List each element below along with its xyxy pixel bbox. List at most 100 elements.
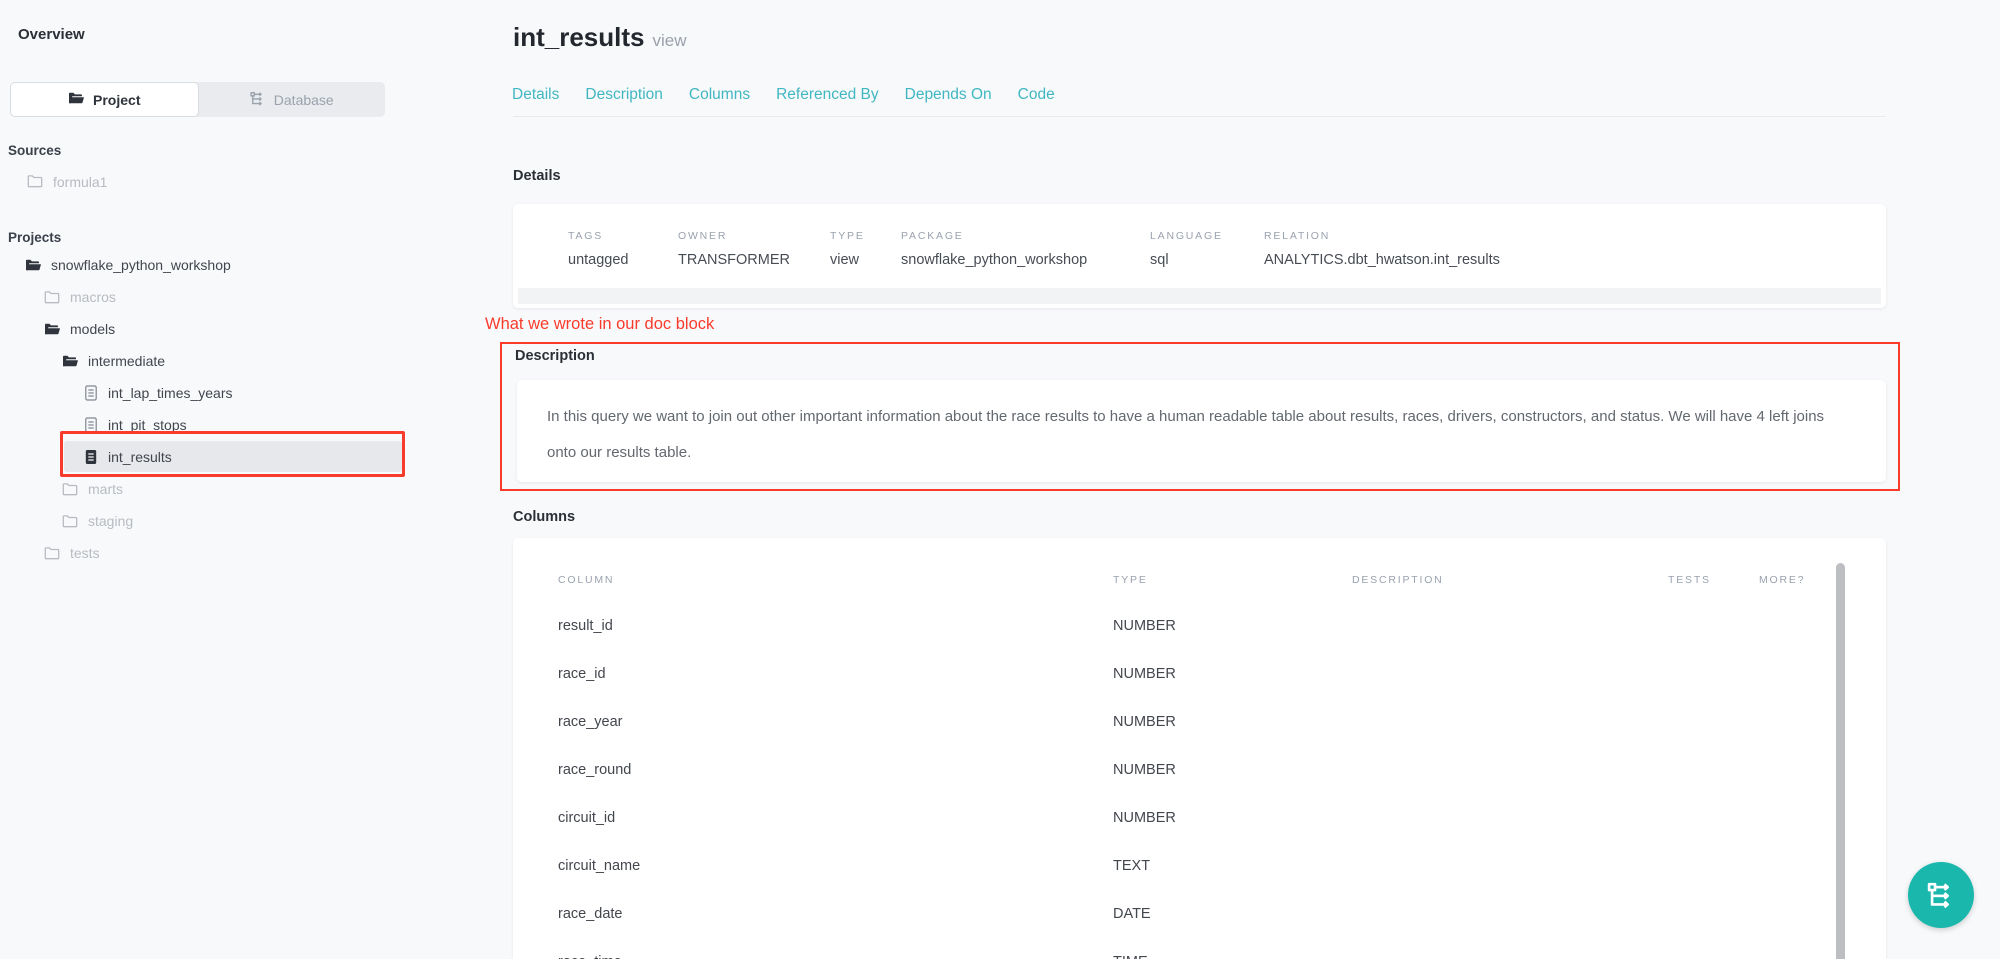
tree-item-models[interactable]: models bbox=[0, 313, 400, 345]
column-type: TEXT bbox=[1113, 858, 1150, 874]
tree-item-int-pit-stops[interactable]: int_pit_stops bbox=[0, 409, 400, 441]
sidebar-item-formula1[interactable]: formula1 bbox=[0, 167, 107, 197]
owner-label: OWNER bbox=[678, 230, 830, 242]
folder-closed-icon bbox=[44, 290, 60, 304]
tree-item-label: models bbox=[70, 321, 115, 337]
tab-referenced-by[interactable]: Referenced By bbox=[776, 86, 879, 104]
tree-item-label: int_results bbox=[108, 449, 172, 465]
tree-item-label: snowflake_python_workshop bbox=[51, 257, 231, 273]
project-tree: snowflake_python_workshop macros models … bbox=[0, 249, 400, 569]
file-filled-icon bbox=[84, 449, 98, 465]
model-name: int_results bbox=[513, 22, 645, 52]
tab-details[interactable]: Details bbox=[512, 86, 559, 104]
annotation-rectangle-description: Description In this query we want to joi… bbox=[500, 342, 1900, 491]
tree-item-label: macros bbox=[70, 289, 116, 305]
details-heading: Details bbox=[513, 168, 561, 184]
column-name: race_year bbox=[558, 714, 622, 730]
column-type: NUMBER bbox=[1113, 618, 1176, 634]
projects-section-label: Projects bbox=[8, 230, 61, 245]
column-row-circuit-name[interactable]: circuit_name TEXT bbox=[513, 842, 1886, 890]
column-name: circuit_id bbox=[558, 810, 615, 826]
source-item-label: formula1 bbox=[53, 174, 107, 190]
column-type: DATE bbox=[1113, 906, 1151, 922]
annotation-text: What we wrote in our doc block bbox=[485, 315, 714, 334]
database-tree-icon bbox=[250, 91, 265, 109]
description-card: In this query we want to join out other … bbox=[517, 380, 1886, 482]
toggle-project-button[interactable]: Project bbox=[10, 82, 199, 117]
tab-depends-on[interactable]: Depends On bbox=[905, 86, 992, 104]
language-value: sql bbox=[1150, 252, 1264, 268]
tree-item-tests[interactable]: tests bbox=[0, 537, 400, 569]
type-value: view bbox=[830, 252, 901, 268]
folder-open-icon bbox=[25, 258, 41, 272]
column-name: race_round bbox=[558, 762, 631, 778]
file-icon bbox=[84, 417, 98, 433]
column-row-race-round[interactable]: race_round NUMBER bbox=[513, 746, 1886, 794]
source-view-toggle: Project Database bbox=[10, 82, 385, 117]
header-description: DESCRIPTION bbox=[1352, 574, 1444, 586]
column-type: NUMBER bbox=[1113, 666, 1176, 682]
owner-value: TRANSFORMER bbox=[678, 252, 830, 268]
tab-columns[interactable]: Columns bbox=[689, 86, 750, 104]
column-type: NUMBER bbox=[1113, 714, 1176, 730]
column-row-circuit-id[interactable]: circuit_id NUMBER bbox=[513, 794, 1886, 842]
description-heading: Description bbox=[515, 348, 595, 364]
lineage-graph-button[interactable] bbox=[1908, 862, 1974, 928]
materialization-badge: view bbox=[653, 31, 687, 50]
header-more: MORE? bbox=[1759, 574, 1805, 586]
header-type: TYPE bbox=[1113, 574, 1148, 586]
column-type: NUMBER bbox=[1113, 762, 1176, 778]
column-row-race-year[interactable]: race_year NUMBER bbox=[513, 698, 1886, 746]
column-name: race_id bbox=[558, 666, 606, 682]
tree-item-staging[interactable]: staging bbox=[0, 505, 400, 537]
column-name: result_id bbox=[558, 618, 613, 634]
toggle-database-label: Database bbox=[274, 92, 334, 108]
tree-item-snowflake-python-workshop[interactable]: snowflake_python_workshop bbox=[0, 249, 400, 281]
tree-item-macros[interactable]: macros bbox=[0, 281, 400, 313]
tags-value: untagged bbox=[568, 252, 678, 268]
folder-open-icon bbox=[62, 354, 78, 368]
tree-item-label: marts bbox=[88, 481, 123, 497]
tree-item-label: intermediate bbox=[88, 353, 165, 369]
column-row-race-id[interactable]: race_id NUMBER bbox=[513, 650, 1886, 698]
tree-item-intermediate[interactable]: intermediate bbox=[0, 345, 400, 377]
overview-link[interactable]: Overview bbox=[18, 26, 85, 43]
column-type: NUMBER bbox=[1113, 810, 1176, 826]
tree-item-label: tests bbox=[70, 545, 100, 561]
header-divider bbox=[513, 116, 1886, 117]
tree-item-int-lap-times-years[interactable]: int_lap_times_years bbox=[0, 377, 400, 409]
folder-closed-icon bbox=[62, 482, 78, 496]
column-name: circuit_name bbox=[558, 858, 640, 874]
type-label: TYPE bbox=[830, 230, 901, 242]
folder-open-icon bbox=[44, 322, 60, 336]
column-row-race-time[interactable]: race_time TIME bbox=[513, 938, 1886, 959]
tree-item-label: int_pit_stops bbox=[108, 417, 187, 433]
column-name: race_date bbox=[558, 906, 623, 922]
tab-code[interactable]: Code bbox=[1018, 86, 1055, 104]
columns-heading: Columns bbox=[513, 509, 575, 525]
tags-label: TAGS bbox=[568, 230, 678, 242]
tree-item-marts[interactable]: marts bbox=[0, 473, 400, 505]
details-card: TAGS OWNER TYPE PACKAGE LANGUAGE RELATIO… bbox=[513, 204, 1886, 308]
relation-label: RELATION bbox=[1264, 230, 1866, 242]
package-value: snowflake_python_workshop bbox=[901, 252, 1150, 268]
folder-closed-icon bbox=[62, 514, 78, 528]
file-icon bbox=[84, 385, 98, 401]
folder-closed-icon bbox=[27, 174, 43, 191]
sidebar: Overview Project Database Sources formul… bbox=[0, 0, 400, 959]
lineage-graph-icon bbox=[1927, 881, 1955, 909]
details-footer-strip bbox=[518, 288, 1881, 304]
tree-item-label: staging bbox=[88, 513, 133, 529]
columns-table-scrollbar[interactable] bbox=[1836, 563, 1845, 959]
tree-item-int-results[interactable]: int_results bbox=[0, 441, 400, 473]
column-row-result-id[interactable]: result_id NUMBER bbox=[513, 602, 1886, 650]
toggle-database-button[interactable]: Database bbox=[199, 82, 386, 117]
relation-value: ANALYTICS.dbt_hwatson.int_results bbox=[1264, 252, 1866, 268]
toggle-project-label: Project bbox=[93, 92, 140, 108]
column-type: TIME bbox=[1113, 954, 1148, 959]
folder-closed-icon bbox=[44, 546, 60, 560]
column-row-race-date[interactable]: race_date DATE bbox=[513, 890, 1886, 938]
package-label: PACKAGE bbox=[901, 230, 1150, 242]
tree-item-label: int_lap_times_years bbox=[108, 385, 233, 401]
tab-description[interactable]: Description bbox=[585, 86, 663, 104]
